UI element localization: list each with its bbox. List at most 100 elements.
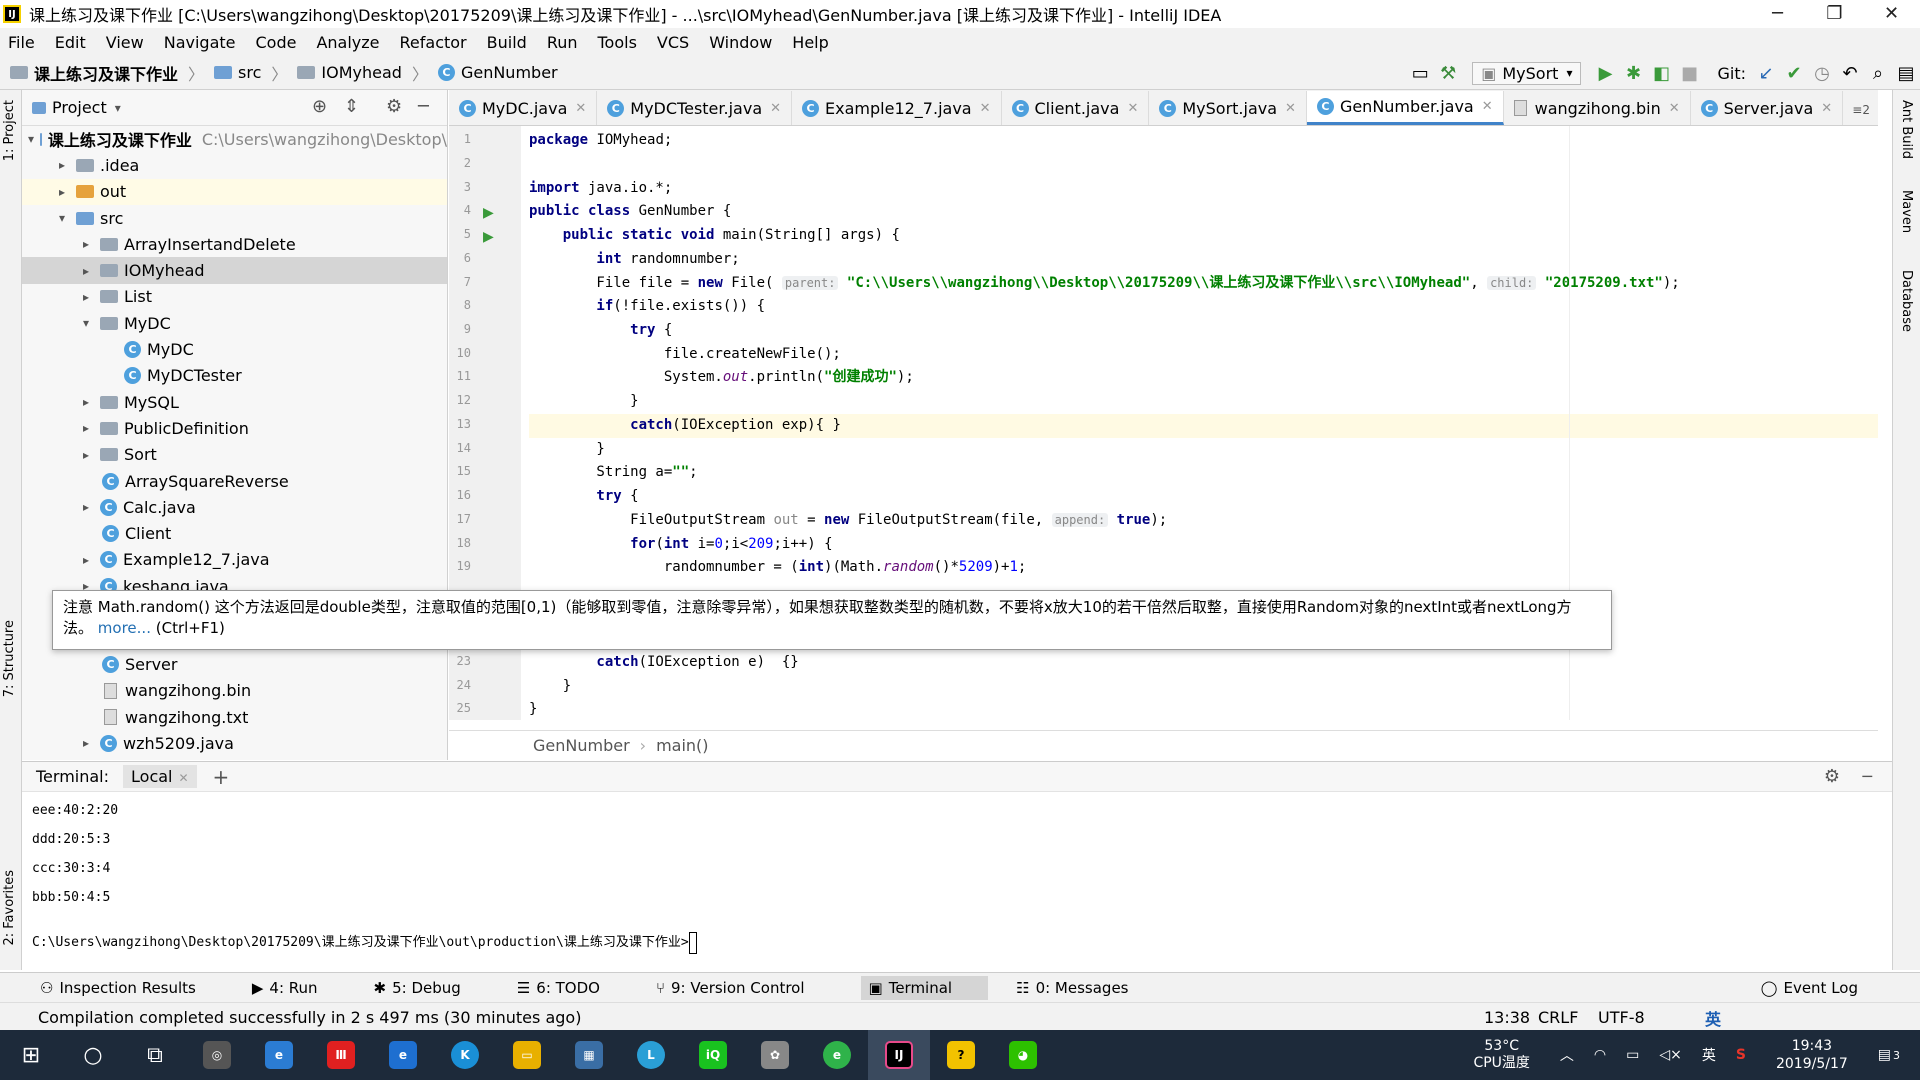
chevron-icon[interactable]: ▸ — [78, 736, 94, 750]
menu-refactor[interactable]: Refactor — [400, 33, 467, 52]
taskbar-app-icon[interactable]: ◎ — [186, 1030, 248, 1080]
clock[interactable]: 19:43 2019/5/17 — [1766, 1037, 1858, 1073]
minimize-button[interactable]: ─ — [1749, 0, 1806, 28]
gear-icon[interactable]: ⚙ — [386, 96, 402, 117]
menu-view[interactable]: View — [106, 33, 144, 52]
search-icon[interactable]: ⌕ — [1864, 63, 1892, 84]
notification-icon[interactable]: ▤ 3 — [1878, 1047, 1910, 1063]
chevron-icon[interactable]: ▸ — [78, 264, 94, 278]
menu-build[interactable]: Build — [487, 33, 527, 52]
toolwin-vcs[interactable]: ⑂ 9: Version Control — [656, 979, 833, 997]
tree-item-class[interactable]: ▸ Cwzh5209.java — [22, 730, 447, 756]
close-window-button[interactable]: ✕ — [1863, 0, 1920, 28]
breadcrumb-file[interactable]: C GenNumber — [437, 63, 558, 82]
run-icon[interactable]: ▶ — [1591, 63, 1619, 84]
chevron-icon[interactable]: ▾ — [78, 316, 94, 330]
tree-item-class[interactable]: C Client — [22, 520, 447, 546]
tool-favorites-tab[interactable]: 2: Favorites — [2, 870, 17, 946]
close-icon[interactable]: ✕ — [1482, 99, 1493, 114]
tree-item-package[interactable]: ▾ MyDC — [22, 310, 447, 336]
tool-structure-tab[interactable]: 7: Structure — [2, 620, 17, 697]
debug-icon[interactable]: ✱ — [1619, 63, 1647, 84]
tree-item-package[interactable]: ▸ MySQL — [22, 389, 447, 415]
taskbar-app-icon[interactable]: K — [434, 1030, 496, 1080]
rollback-icon[interactable]: ↶ — [1836, 63, 1864, 84]
volume-muted-icon[interactable]: ◁× — [1659, 1047, 1682, 1063]
toolwin-debug[interactable]: ✱ 5: Debug — [374, 979, 489, 997]
toolwin-todo[interactable]: ☰ 6: TODO — [517, 979, 628, 997]
project-structure-icon[interactable]: ▭ — [1406, 63, 1434, 84]
project-panel-title[interactable]: Project — [52, 98, 107, 117]
taskbar-browser-icon[interactable]: e — [806, 1030, 868, 1080]
tool-database-tab[interactable]: Database — [1899, 270, 1914, 332]
event-log-button[interactable]: ◯ Event Log — [1761, 979, 1886, 997]
cortana-search-icon[interactable]: ○ — [62, 1030, 124, 1080]
hide-icon[interactable]: ─ — [418, 96, 429, 117]
battery-icon[interactable]: ▭ — [1626, 1047, 1639, 1063]
taskbar-app-icon[interactable]: ? — [930, 1030, 992, 1080]
chevron-icon[interactable]: ▸ — [54, 158, 70, 172]
tray-expand-icon[interactable]: ︿ — [1560, 1045, 1574, 1065]
hide-icon[interactable]: ─ — [1862, 767, 1872, 786]
collapse-all-icon[interactable]: ⇕ — [344, 96, 359, 117]
taskbar-edge-icon[interactable]: e — [372, 1030, 434, 1080]
close-icon[interactable]: ✕ — [1821, 101, 1832, 116]
git-history-icon[interactable]: ◷ — [1808, 63, 1836, 84]
tree-item-package[interactable]: ▸ Sort — [22, 442, 447, 468]
chevron-icon[interactable]: ▾ — [54, 211, 70, 225]
add-icon[interactable]: + — [213, 765, 230, 789]
breadcrumb-package[interactable]: IOMyhead — [297, 63, 402, 82]
tree-item-class[interactable]: C Server — [22, 651, 447, 677]
terminal-tab-local[interactable]: Local ✕ — [123, 765, 197, 788]
breadcrumb-project[interactable]: 课上练习及课下作业 — [10, 61, 178, 85]
taskbar-app-icon[interactable]: L — [620, 1030, 682, 1080]
git-commit-icon[interactable]: ✔ — [1780, 63, 1808, 84]
run-gutter-icon[interactable]: ▶ — [483, 229, 494, 245]
close-icon[interactable]: ✕ — [770, 101, 781, 116]
chevron-icon[interactable]: ▾ — [28, 132, 34, 146]
taskbar-explorer-icon[interactable]: ▭ — [496, 1030, 558, 1080]
tree-item-root[interactable]: ▾ 课上练习及课下作业 C:\Users\wangzihong\Desktop\ — [22, 126, 447, 152]
windows-start-icon[interactable]: ⊞ — [0, 1030, 62, 1080]
menu-vcs[interactable]: VCS — [657, 33, 689, 52]
terminal-output[interactable]: eee:40:2:20 ddd:20:5:3 ccc:30:3:4 bbb:50… — [22, 792, 1892, 957]
close-icon[interactable]: ✕ — [1127, 101, 1138, 116]
tree-item-idea[interactable]: ▸ .idea — [22, 152, 447, 178]
taskbar-app-icon[interactable]: ✿ — [744, 1030, 806, 1080]
chevron-down-icon[interactable]: ▾ — [115, 101, 121, 115]
close-icon[interactable]: ✕ — [575, 101, 586, 116]
tree-item-out[interactable]: ▸ out — [22, 178, 447, 205]
taskbar-intellij-icon[interactable]: IJ — [868, 1030, 930, 1080]
menu-window[interactable]: Window — [709, 33, 772, 52]
menu-file[interactable]: File — [8, 33, 35, 52]
build-hammer-icon[interactable]: ⚒ — [1434, 63, 1462, 84]
breadcrumb-class[interactable]: GenNumber — [533, 736, 630, 755]
tab-mydc[interactable]: C MyDC.java ✕ — [449, 91, 598, 125]
taskbar-wechat-icon[interactable]: ◕ — [992, 1030, 1054, 1080]
sogou-ime-icon[interactable]: S — [1736, 1047, 1746, 1063]
toolwin-terminal[interactable]: ▣ Terminal — [860, 975, 989, 1000]
tab-mydctester[interactable]: C MyDCTester.java ✕ — [597, 91, 793, 125]
run-config-select[interactable]: ▣ MySort ▾ — [1472, 61, 1582, 85]
close-icon[interactable]: ✕ — [1669, 101, 1680, 116]
tab-server[interactable]: C Server.java ✕ — [1691, 91, 1844, 125]
stop-icon[interactable]: ■ — [1675, 63, 1703, 84]
taskbar-iqiyi-icon[interactable]: iQ — [682, 1030, 744, 1080]
tree-item-src[interactable]: ▾ src — [22, 205, 447, 231]
tabs-overflow-button[interactable]: ≡2 — [1852, 103, 1870, 117]
chevron-icon[interactable]: ▸ — [78, 395, 94, 409]
tree-item-class[interactable]: C MyDCTester — [22, 363, 447, 389]
line-separator[interactable]: CRLF — [1538, 1008, 1578, 1027]
breadcrumb-src[interactable]: src — [214, 63, 261, 82]
tab-mysort[interactable]: C MySort.java ✕ — [1149, 91, 1307, 125]
chevron-icon[interactable]: ▸ — [78, 553, 94, 567]
menu-help[interactable]: Help — [792, 33, 828, 52]
gear-icon[interactable]: ⚙ — [1824, 766, 1840, 787]
tab-wangzihong-bin[interactable]: wangzihong.bin ✕ — [1504, 91, 1691, 125]
tab-gennumber-active[interactable]: C GenNumber.java ✕ — [1306, 91, 1504, 125]
tooltip-more-link[interactable]: more... — [98, 619, 151, 637]
chevron-icon[interactable]: ▸ — [54, 185, 70, 199]
toolwin-run[interactable]: ▶ 4: Run — [252, 979, 346, 997]
file-encoding[interactable]: UTF-8 — [1598, 1008, 1645, 1027]
tool-maven-tab[interactable]: Maven — [1899, 190, 1914, 233]
